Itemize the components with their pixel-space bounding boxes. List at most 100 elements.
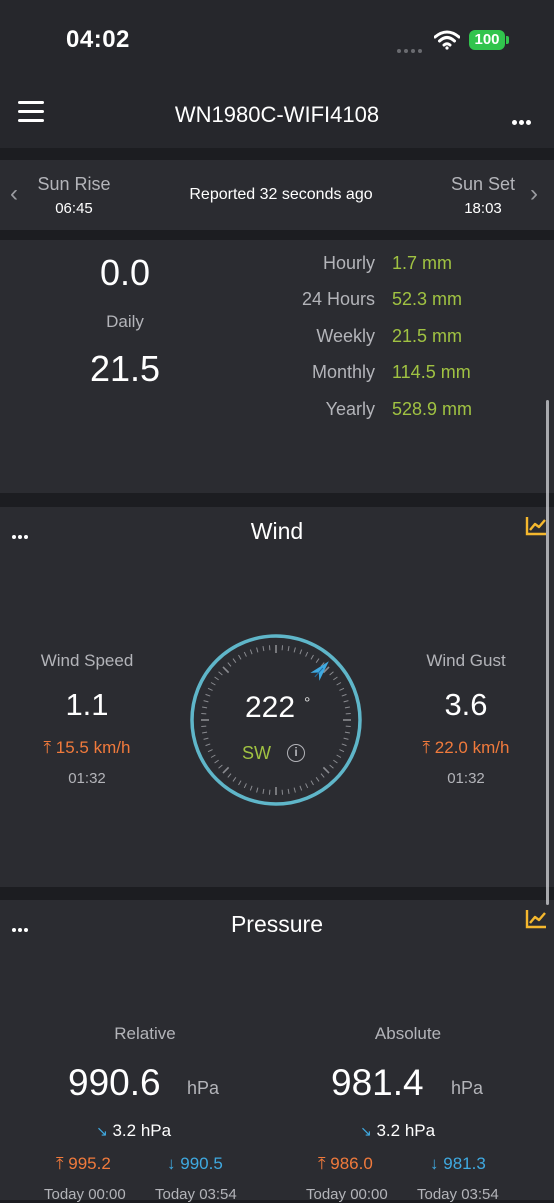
- compass-tick: [257, 648, 258, 653]
- wind-chart-icon[interactable]: [525, 516, 547, 536]
- compass-tick: [257, 788, 258, 793]
- compass-tick: [333, 677, 337, 680]
- wind-speed-label: Wind Speed: [7, 651, 167, 671]
- status-bar: 04:02 100: [0, 0, 554, 80]
- rain-hourly-value: 1.7 mm: [392, 253, 452, 274]
- more-options-icon[interactable]: [512, 112, 533, 130]
- relative-pressure-high: ⤒ 995.2: [56, 1154, 111, 1174]
- compass-tick: [288, 789, 289, 794]
- absolute-pressure-label: Absolute: [308, 1024, 508, 1044]
- wind-title: Wind: [127, 518, 427, 545]
- pressure-card-menu-icon[interactable]: [12, 919, 30, 937]
- compass-tick: [288, 646, 289, 651]
- chevron-left-icon[interactable]: ‹: [10, 180, 18, 208]
- wind-card-menu-icon[interactable]: [12, 526, 30, 544]
- relative-pressure-low: ↓ 990.5: [167, 1154, 223, 1174]
- compass-tick: [330, 765, 334, 768]
- compass-tick: [208, 750, 213, 752]
- wind-direction-degrees: 222: [190, 691, 350, 725]
- degree-symbol: °: [304, 695, 310, 713]
- absolute-pressure-trend: ↘ 3.2 hPa: [360, 1121, 435, 1141]
- compass-tick: [263, 646, 264, 651]
- wind-direction-arrow-icon: [310, 657, 333, 681]
- sunrise-label: Sun Rise: [24, 174, 124, 195]
- absolute-pressure-unit: hPa: [451, 1078, 483, 1099]
- app-header: WN1980C-WIFI4108: [0, 80, 554, 148]
- absolute-trend-value: 3.2 hPa: [376, 1121, 435, 1140]
- rain-card: 0.0 Daily 21.5 Hourly 1.7 mm 24 Hours 52…: [0, 240, 554, 493]
- compass-tick: [244, 652, 246, 657]
- absolute-pressure-value: 981.4: [331, 1062, 424, 1104]
- compass-tick: [239, 655, 242, 659]
- pressure-card: Pressure Relative 990.6 hPa ↘ 3.2 hPa ⤒ …: [0, 900, 554, 1200]
- compass-tick: [311, 655, 314, 659]
- relative-pressure-unit: hPa: [187, 1078, 219, 1099]
- absolute-pressure-high: ⤒ 986.0: [318, 1154, 373, 1174]
- compass-tick: [202, 732, 207, 733]
- absolute-pressure-low: ↓ 981.3: [430, 1154, 486, 1174]
- rain-24h-label: 24 Hours: [240, 289, 375, 310]
- compass-tick: [233, 659, 236, 663]
- sunset-time: 18:03: [433, 200, 533, 217]
- rain-weekly-value: 21.5 mm: [392, 326, 462, 347]
- wind-gust-label: Wind Gust: [386, 651, 546, 671]
- trend-down-icon: ↘: [96, 1123, 108, 1139]
- compass-tick: [342, 744, 347, 746]
- rain-monthly-label: Monthly: [240, 362, 375, 383]
- rain-hourly-label: Hourly: [240, 253, 375, 274]
- absolute-high-time: Today 00:00: [306, 1186, 388, 1203]
- compass-tick: [223, 667, 229, 673]
- relative-high-time: Today 00:00: [44, 1186, 126, 1203]
- compass-tick: [219, 672, 223, 675]
- compass-tick: [244, 783, 246, 788]
- compass-tick: [316, 777, 319, 781]
- wind-gust-value: 3.6: [386, 687, 546, 723]
- rain-daily-value: 21.5: [15, 348, 235, 390]
- absolute-low-time: Today 03:54: [417, 1186, 499, 1203]
- rain-24h-value: 52.3 mm: [392, 289, 462, 310]
- chevron-right-icon[interactable]: ›: [530, 180, 538, 208]
- compass-tick: [250, 650, 252, 655]
- compass-tick: [206, 744, 211, 746]
- compass-tick: [228, 663, 231, 667]
- sunrise-time: 06:45: [24, 200, 124, 217]
- relative-low-time: Today 03:54: [155, 1186, 237, 1203]
- relative-trend-value: 3.2 hPa: [112, 1121, 171, 1140]
- info-icon[interactable]: i: [287, 744, 305, 762]
- compass-tick: [306, 652, 308, 657]
- status-time: 04:02: [66, 26, 130, 54]
- hamburger-menu-icon[interactable]: [18, 101, 44, 123]
- sun-times-row: ‹ Sun Rise 06:45 Reported 32 seconds ago…: [0, 160, 554, 230]
- compass-tick: [211, 683, 215, 686]
- compass-tick: [316, 659, 319, 663]
- compass-tick: [233, 777, 236, 781]
- wind-gust-max-value: 22.0 km/h: [435, 738, 510, 757]
- trend-down-icon: ↘: [360, 1123, 372, 1139]
- compass-tick: [306, 783, 308, 788]
- pressure-chart-icon[interactable]: [525, 909, 547, 929]
- wind-speed-max-value: 15.5 km/h: [56, 738, 131, 757]
- relative-pressure-value: 990.6: [68, 1062, 161, 1104]
- battery-icon: 100: [469, 30, 505, 50]
- compass-tick: [333, 760, 337, 763]
- compass-tick: [294, 648, 295, 653]
- relative-pressure-trend: ↘ 3.2 hPa: [96, 1121, 171, 1141]
- compass-tick: [215, 677, 219, 680]
- compass-tick: [337, 755, 341, 758]
- relative-pressure-label: Relative: [45, 1024, 245, 1044]
- wind-direction-name: SW: [242, 743, 271, 764]
- rain-yearly-label: Yearly: [240, 399, 375, 420]
- compass-tick: [300, 650, 302, 655]
- wind-gust-max: ⤒ 22.0 km/h: [386, 738, 546, 758]
- compass-tick: [311, 781, 314, 785]
- wifi-icon: [434, 30, 460, 50]
- compass-tick: [239, 781, 242, 785]
- wind-speed-time: 01:32: [7, 770, 167, 787]
- compass-tick: [215, 760, 219, 763]
- scrollbar[interactable]: [546, 400, 549, 905]
- reported-status: Reported 32 seconds ago: [150, 186, 412, 204]
- relative-low-value: 990.5: [180, 1154, 223, 1173]
- absolute-low-value: 981.3: [443, 1154, 486, 1173]
- compass-tick: [300, 786, 302, 791]
- rain-rate: 0.0: [15, 252, 235, 294]
